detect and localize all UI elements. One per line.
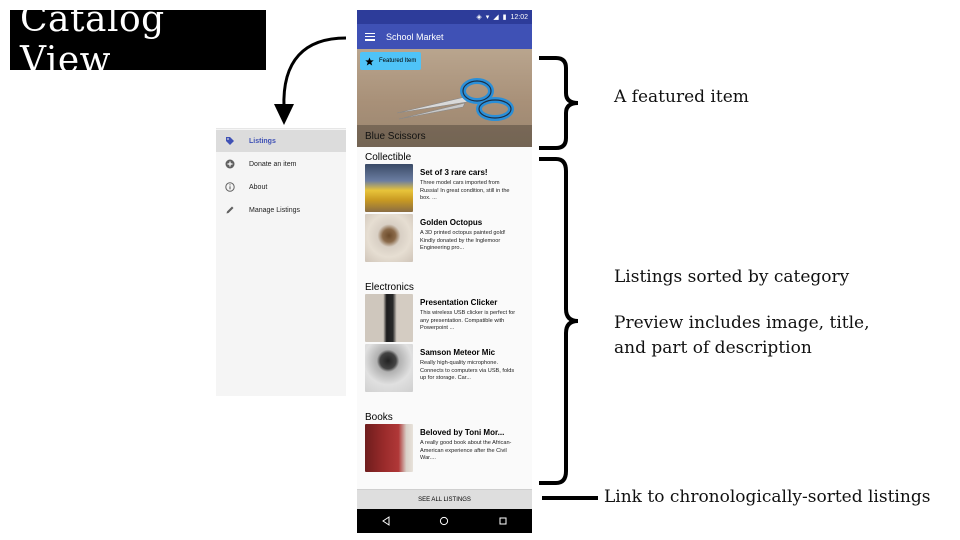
drawer-item-label: Donate an item — [249, 160, 297, 168]
battery-icon: ▮ — [502, 14, 507, 21]
drawer-item-label: Manage Listings — [249, 206, 300, 214]
featured-caption: Blue Scissors — [357, 125, 532, 147]
listing-thumbnail — [365, 344, 413, 392]
listing-title: Presentation Clicker — [420, 298, 498, 307]
listing-description: A really good book about the African-Ame… — [420, 440, 512, 462]
annotation-featured: A featured item — [614, 87, 749, 107]
featured-chip-label: Featured Item — [379, 58, 417, 64]
listing-thumbnail — [365, 424, 413, 472]
recents-icon[interactable] — [498, 516, 508, 526]
info-icon — [224, 182, 235, 193]
listing-item[interactable]: Presentation Clicker This wireless USB c… — [357, 294, 532, 343]
drawer-item-manage[interactable]: Manage Listings — [216, 199, 346, 221]
navigation-drawer: Listings Donate an item About Manage Lis… — [216, 128, 346, 396]
drawer-item-about[interactable]: About — [216, 176, 346, 198]
see-all-listings-button[interactable]: SEE ALL LISTINGS — [357, 489, 532, 509]
annotation-preview: Preview includes image, title, and part … — [614, 311, 870, 361]
category-title: Books — [365, 412, 393, 423]
signal-icon: ◢ — [493, 14, 499, 21]
link-line — [542, 496, 598, 500]
listing-item[interactable]: Set of 3 rare cars! Three model cars imp… — [357, 164, 532, 213]
annotation-sorted: Listings sorted by category — [614, 267, 850, 287]
star-icon — [365, 56, 374, 66]
annotation-preview-line2: and part of description — [614, 338, 812, 358]
wifi-icon: ▾ — [485, 14, 490, 21]
listing-description: This wireless USB clicker is perfect for… — [420, 310, 516, 332]
drawer-item-listings[interactable]: Listings — [216, 130, 346, 152]
listing-title: Set of 3 rare cars! — [420, 168, 488, 177]
featured-chip: Featured Item — [360, 52, 422, 70]
phone-screen: ◈ ▾ ◢ ▮ 12:02 School Market Featured Ite… — [357, 10, 532, 533]
add-circle-icon — [224, 159, 235, 170]
listing-description: Really high-quality microphone. Connects… — [420, 360, 515, 382]
listing-title: Golden Octopus — [420, 218, 483, 227]
listing-item[interactable]: Samson Meteor Mic Really high-quality mi… — [357, 344, 532, 393]
featured-item-card[interactable]: Featured Item Blue Scissors — [357, 49, 532, 147]
app-title: School Market — [386, 31, 444, 42]
tag-icon — [224, 136, 235, 147]
menu-icon[interactable] — [365, 32, 375, 41]
listing-title: Samson Meteor Mic — [420, 348, 496, 357]
drawer-item-donate[interactable]: Donate an item — [216, 153, 346, 175]
listing-item[interactable]: Golden Octopus A 3D printed octopus pain… — [357, 214, 532, 263]
home-icon[interactable] — [439, 516, 449, 526]
listing-thumbnail — [365, 214, 413, 262]
status-bar: ◈ ▾ ◢ ▮ 12:02 — [357, 10, 532, 24]
category-title: Collectible — [365, 152, 412, 163]
curved-arrow — [274, 36, 347, 125]
app-bar: School Market — [357, 24, 532, 49]
drawer-item-label: About — [249, 183, 268, 191]
status-time: 12:02 — [510, 13, 528, 21]
back-icon[interactable] — [381, 516, 391, 526]
listing-thumbnail — [365, 294, 413, 342]
brace-listings — [539, 157, 579, 485]
page-title: Catalog View — [10, 0, 266, 81]
brace-featured — [539, 56, 579, 150]
listing-description: Three model cars imported from Russia! I… — [420, 180, 510, 202]
pencil-icon — [224, 205, 235, 216]
drawer-item-label: Listings — [249, 137, 276, 145]
vibrate-icon: ◈ — [476, 14, 482, 21]
annotation-link: Link to chronologically-sorted listings — [604, 487, 931, 507]
listing-thumbnail — [365, 164, 413, 212]
android-nav-bar — [357, 509, 532, 533]
listing-item[interactable]: Beloved by Toni Mor... A really good boo… — [357, 424, 532, 473]
scissors-image — [396, 78, 514, 121]
listing-description: A 3D printed octopus painted gold! Kindl… — [420, 230, 506, 252]
listing-title: Beloved by Toni Mor... — [420, 428, 505, 437]
annotation-preview-line1: Preview includes image, title, — [614, 313, 870, 333]
category-title: Electronics — [365, 282, 414, 293]
